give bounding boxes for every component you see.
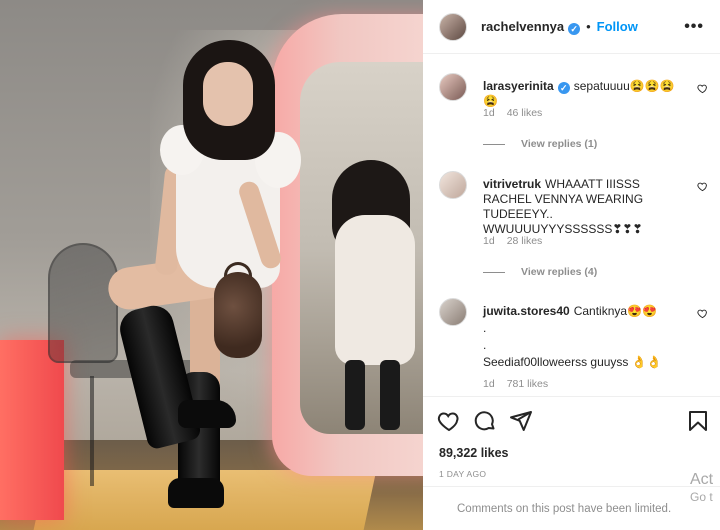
comment-text: vitrivetruk WHAAATT IIISSS RACHEL VENNYA … bbox=[483, 177, 683, 237]
comments-limited-notice: Comments on this post have been limited. bbox=[423, 486, 720, 530]
commenter-avatar[interactable] bbox=[439, 298, 467, 326]
post-likes-count[interactable]: 89,322 likes bbox=[439, 446, 509, 460]
share-paper-plane-icon[interactable] bbox=[509, 409, 533, 433]
author-username[interactable]: rachelvennya ✓ bbox=[481, 19, 581, 35]
comment-meta: 1d 46 likes bbox=[483, 107, 542, 119]
commenter-username[interactable]: larasyerinita bbox=[483, 79, 554, 93]
follow-button[interactable]: Follow bbox=[597, 19, 638, 34]
pink-acrylic-box bbox=[0, 340, 64, 520]
commenter-username[interactable]: juwita.stores40 bbox=[483, 304, 570, 318]
model-face bbox=[203, 62, 253, 126]
handbag bbox=[214, 272, 262, 358]
comment-bubble-icon[interactable] bbox=[473, 409, 497, 433]
black-boot-foot bbox=[168, 478, 224, 508]
reflection-boot bbox=[345, 360, 365, 430]
chair-back bbox=[48, 243, 118, 363]
activate-windows-watermark: Act Go t bbox=[690, 470, 720, 504]
comment-likes[interactable]: 781 likes bbox=[507, 378, 548, 390]
black-boot-foot bbox=[178, 400, 236, 428]
post-date[interactable]: 1 DAY AGO bbox=[439, 469, 486, 479]
comment-likes[interactable]: 28 likes bbox=[507, 235, 543, 247]
like-heart-icon[interactable] bbox=[437, 409, 461, 433]
comment-meta: 1d 28 likes bbox=[483, 235, 542, 247]
like-comment-heart-icon[interactable] bbox=[697, 308, 708, 319]
view-replies-button[interactable]: View replies (4) bbox=[483, 266, 597, 278]
comment-age: 1d bbox=[483, 235, 495, 247]
post-header: rachelvennya ✓ • Follow ••• bbox=[423, 0, 720, 54]
divider-line bbox=[483, 143, 505, 145]
watermark-line: Go t bbox=[690, 490, 713, 504]
watermark-line: Act bbox=[690, 471, 714, 488]
more-options-icon[interactable]: ••• bbox=[684, 18, 704, 36]
comment-age: 1d bbox=[483, 107, 495, 119]
verified-badge-icon: ✓ bbox=[557, 82, 570, 94]
verified-badge-icon: ✓ bbox=[568, 22, 581, 35]
reflection-dress bbox=[335, 215, 415, 365]
divider-line bbox=[483, 271, 505, 273]
like-comment-heart-icon[interactable] bbox=[697, 181, 708, 192]
commenter-avatar[interactable] bbox=[439, 171, 467, 199]
comment-body-line: . bbox=[483, 321, 487, 335]
post-photo[interactable] bbox=[0, 0, 423, 530]
author-avatar[interactable] bbox=[439, 12, 467, 41]
comment-likes[interactable]: 46 likes bbox=[507, 107, 543, 119]
separator-dot: • bbox=[586, 19, 591, 34]
comment-body-line: . bbox=[483, 338, 487, 352]
comment-text: juwita.stores40 Cantiknya😍😍 . . Seediaf00… bbox=[483, 304, 683, 370]
commenter-username[interactable]: vitrivetruk bbox=[483, 177, 541, 191]
comments-list[interactable]: larasyerinita ✓ sepatuuuu😫😫😫😫 1d 46 likes … bbox=[423, 55, 720, 395]
like-comment-heart-icon[interactable] bbox=[697, 83, 708, 94]
save-bookmark-icon[interactable] bbox=[686, 409, 710, 433]
reflection-boot bbox=[380, 360, 400, 430]
comment-meta: 1d 781 likes bbox=[483, 378, 548, 390]
commenter-avatar[interactable] bbox=[439, 73, 467, 101]
chair-leg bbox=[90, 376, 94, 486]
comment-text: larasyerinita ✓ sepatuuuu😫😫😫😫 bbox=[483, 79, 683, 109]
comment-body-line: Seediaf00lloweerss guuyss 👌👌 bbox=[483, 355, 662, 369]
post-side-panel: rachelvennya ✓ • Follow ••• larasyerinita… bbox=[423, 0, 720, 530]
post-actions-bar bbox=[423, 396, 720, 444]
comment-body: Cantiknya😍😍 bbox=[573, 304, 657, 318]
comment-age: 1d bbox=[483, 378, 495, 390]
view-replies-button[interactable]: View replies (1) bbox=[483, 138, 597, 150]
